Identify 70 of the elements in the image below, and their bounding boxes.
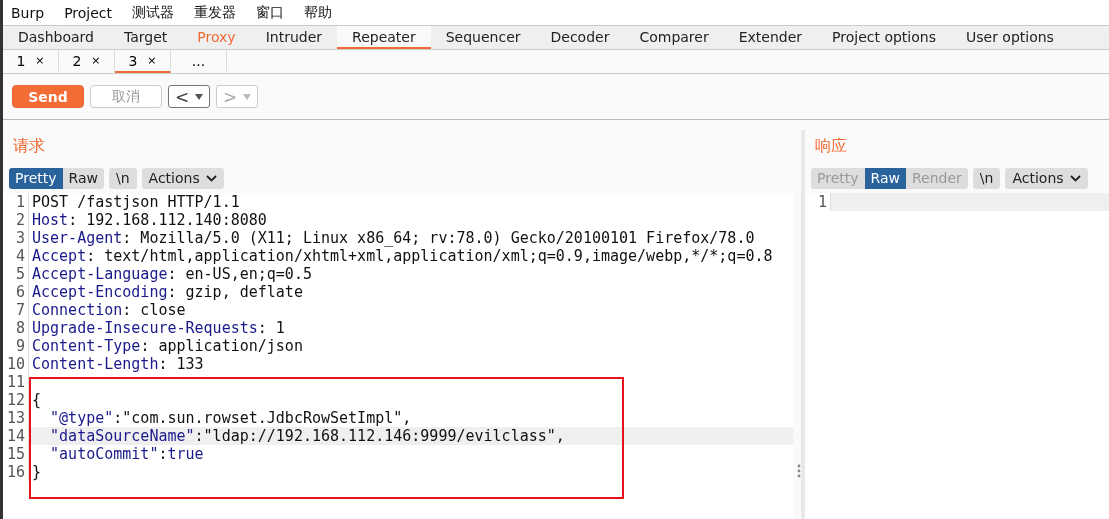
- view-tab[interactable]: Raw: [62, 167, 104, 189]
- code-line: "@type":"com.sun.rowset.JdbcRowSetImpl",: [49, 409, 413, 427]
- newline-toggle[interactable]: \n: [972, 167, 1001, 189]
- tool-tab[interactable]: Comparer: [624, 26, 724, 49]
- tool-tab[interactable]: Project options: [817, 26, 951, 49]
- tool-tab[interactable]: Dashboard: [3, 26, 109, 49]
- line-number: 7: [3, 301, 29, 319]
- request-tab[interactable]: 2 ×: [59, 50, 115, 73]
- line-number: 3: [3, 229, 29, 247]
- menu-item[interactable]: 测试器: [132, 3, 175, 22]
- close-icon[interactable]: ×: [35, 54, 45, 67]
- code-line: Content-Type: application/json: [31, 337, 304, 355]
- request-tab[interactable]: ...: [171, 50, 227, 73]
- close-icon[interactable]: ×: [91, 54, 101, 67]
- code-editor[interactable]: [3, 193, 793, 519]
- code-line: }: [31, 463, 43, 481]
- code-line: Connection: close: [31, 301, 187, 319]
- code-line: Upgrade-Insecure-Requests: 1: [31, 319, 286, 337]
- code-editor[interactable]: 1: [805, 193, 1109, 519]
- menu-item[interactable]: 帮助: [304, 3, 333, 22]
- line-number: 13: [3, 409, 29, 427]
- code-line: {: [31, 391, 43, 409]
- line-number: 15: [3, 445, 29, 463]
- code-line: Accept-Encoding: gzip, deflate: [31, 283, 304, 301]
- close-icon[interactable]: ×: [147, 54, 157, 67]
- line-number: 12: [3, 391, 29, 409]
- splitter-handle-icon[interactable]: [797, 464, 801, 478]
- tool-tab[interactable]: Decoder: [535, 26, 625, 49]
- code-line: Content-Length: 133: [31, 355, 205, 373]
- line-number: 8: [3, 319, 29, 337]
- code-line: Host: 192.168.112.140:8080: [31, 211, 268, 229]
- actions-button[interactable]: Actions: [141, 167, 224, 189]
- line-number: 14: [3, 427, 29, 445]
- caret-icon: [195, 92, 204, 101]
- panel-title: 响应: [814, 135, 848, 157]
- tool-tab[interactable]: Sequencer: [430, 26, 536, 49]
- request-tab[interactable]: 3 ×: [115, 50, 171, 73]
- menu-item[interactable]: Project: [64, 4, 113, 21]
- tool-tab[interactable]: User options: [951, 26, 1069, 49]
- actions-button[interactable]: Actions: [1005, 167, 1088, 189]
- tool-tab[interactable]: Target: [108, 26, 183, 49]
- line-number: 6: [3, 283, 29, 301]
- request-tab[interactable]: 1 ×: [3, 50, 59, 73]
- code-line: User-Agent: Mozilla/5.0 (X11; Linux x86_64; rv:78.0) Gecko/20100101 Firefox/78.0: [31, 229, 756, 247]
- newline-toggle[interactable]: \n: [109, 167, 137, 189]
- panel-title: 请求: [12, 135, 46, 157]
- line-number: 4: [3, 247, 29, 265]
- tool-tab[interactable]: Extender: [723, 26, 818, 49]
- code-line: POST /fastjson HTTP/1.1: [31, 193, 241, 211]
- line-number: 5: [3, 265, 29, 283]
- line-number: 11: [3, 373, 29, 391]
- line-number: 1: [3, 193, 29, 211]
- line-number: 2: [3, 211, 29, 229]
- caret-icon: [243, 92, 252, 101]
- line-number: 10: [3, 355, 29, 373]
- menu-item[interactable]: 重发器: [194, 3, 237, 22]
- line-number: 16: [3, 463, 29, 481]
- menu-item[interactable]: Burp: [11, 4, 45, 21]
- line-number: 9: [3, 337, 29, 355]
- code-line: Accept: text/html,application/xhtml+xml,application/xml;q=0.9,image/webp,*/*;q=0.8: [31, 247, 774, 265]
- code-line: "autoCommit":true: [49, 445, 205, 463]
- chevron-icon: [1069, 174, 1081, 182]
- tool-tab[interactable]: Repeater: [337, 26, 431, 49]
- back-button[interactable]: <: [168, 85, 210, 108]
- menu-item[interactable]: 窗口: [256, 3, 285, 22]
- tool-tab[interactable]: Intruder: [250, 26, 338, 49]
- chevron-icon: [205, 174, 217, 182]
- view-tab[interactable]: Raw: [864, 167, 906, 189]
- code-line: Accept-Language: en-US,en;q=0.5: [31, 265, 313, 283]
- view-tab[interactable]: Pretty: [9, 167, 63, 189]
